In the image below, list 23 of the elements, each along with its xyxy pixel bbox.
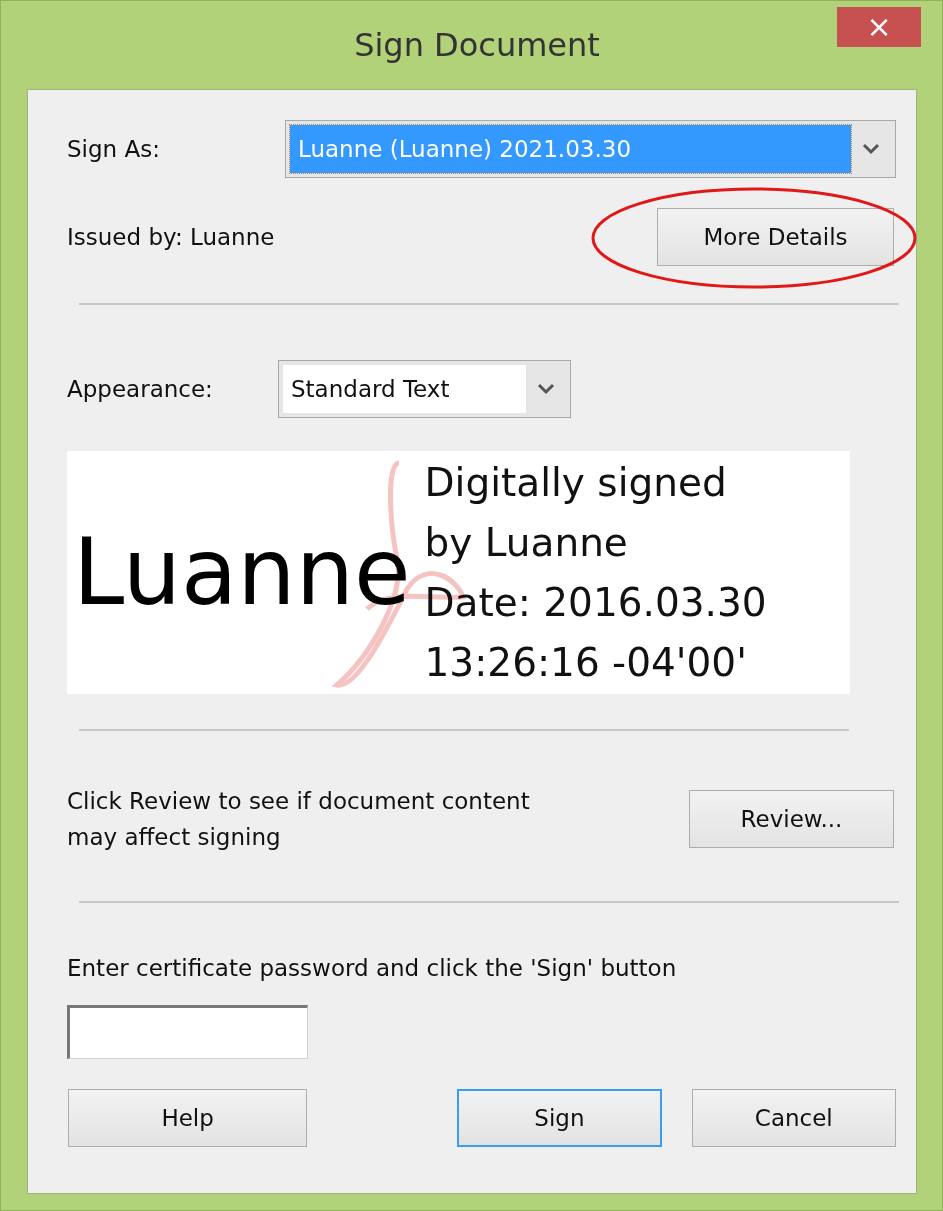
- password-instruction: Enter certificate password and click the 'Sign' button: [67, 955, 678, 981]
- appearance-dropdown[interactable]: Standard Text: [278, 360, 571, 418]
- signature-detail-line: by Luanne: [424, 518, 629, 567]
- signature-detail-line: Date: 2016.03.30: [424, 578, 767, 627]
- password-field[interactable]: [67, 1005, 308, 1059]
- review-instruction: Click Review to see if document content may affect signing: [67, 787, 531, 852]
- signature-detail-line: Digitally signed: [424, 458, 728, 507]
- sign-button[interactable]: Sign: [457, 1089, 662, 1147]
- dropdown-value: Standard Text: [283, 365, 526, 413]
- signature-name: Luanne: [73, 519, 411, 626]
- field-label: Sign As:: [67, 136, 160, 162]
- issuer-text: Issued by: Luanne: [67, 224, 275, 250]
- help-button[interactable]: Help: [68, 1089, 308, 1147]
- cancel-button[interactable]: Cancel: [691, 1089, 896, 1147]
- dropdown-value: Luanne (Luanne) 2021.03.30: [290, 125, 851, 173]
- window-title: Sign Document: [354, 26, 600, 64]
- dropdown-caret-icon: [536, 382, 556, 396]
- close-button[interactable]: ×: [837, 7, 921, 47]
- more-details-button[interactable]: More Details: [657, 208, 894, 266]
- dropdown-caret-icon: [861, 142, 881, 156]
- field-label: Appearance:: [67, 376, 214, 402]
- review-button[interactable]: Review...: [689, 790, 894, 848]
- signature-detail-line: 13:26:16 -04'00': [424, 638, 748, 687]
